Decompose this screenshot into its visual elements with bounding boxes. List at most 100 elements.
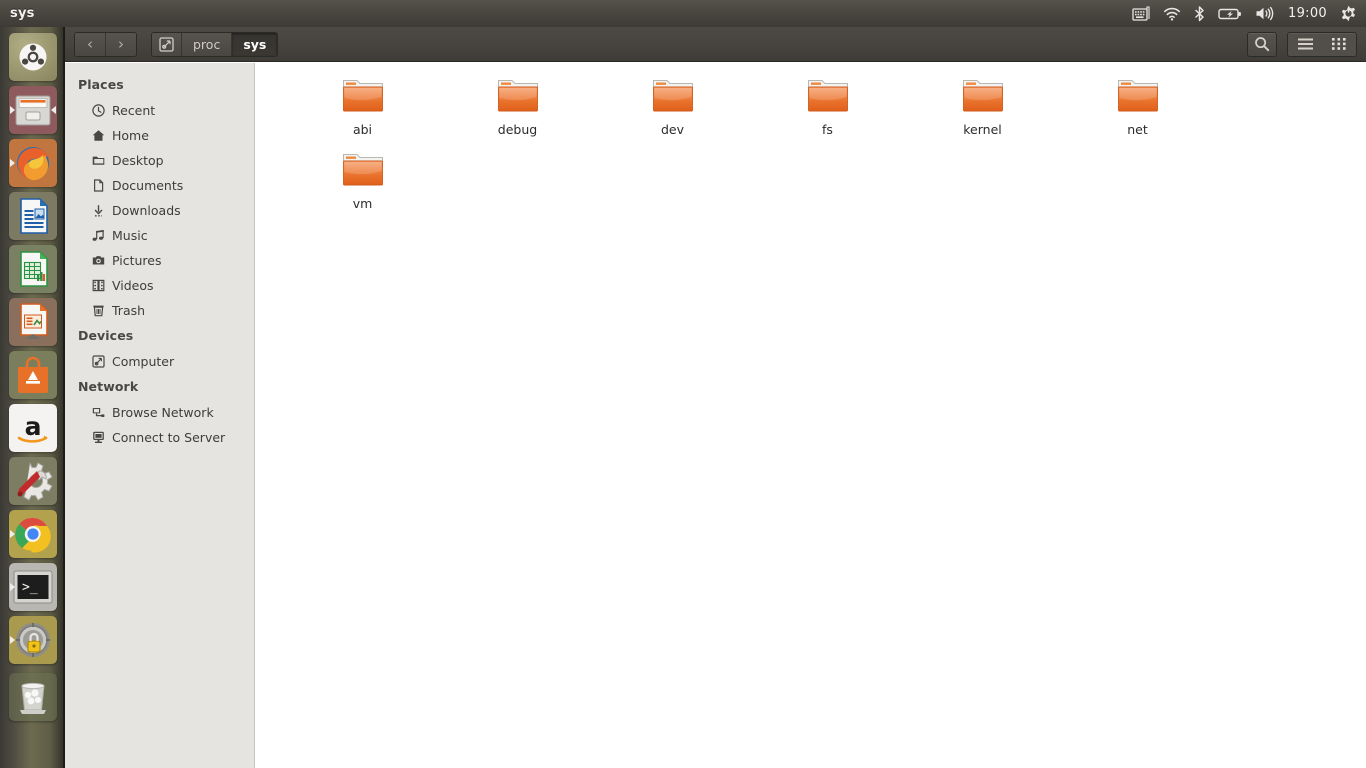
server-icon xyxy=(91,431,105,445)
system-tray: 19:00 xyxy=(1132,5,1366,22)
sidebar-item-connect-to-server[interactable]: Connect to Server xyxy=(65,425,254,450)
search-button[interactable] xyxy=(1247,31,1277,57)
sidebar-heading-network: Network xyxy=(78,379,139,394)
launcher-item-libreoffice-impress[interactable] xyxy=(8,298,57,346)
file-name: kernel xyxy=(963,122,1002,137)
svg-text:a: a xyxy=(24,412,41,441)
top-panel: sys 19:00 xyxy=(0,0,1366,27)
window-body: Places Recent Home Desktop Documents Dow… xyxy=(65,63,1366,768)
sidebar-item-computer[interactable]: Computer xyxy=(65,349,254,374)
view-mode-switcher xyxy=(1287,31,1357,57)
sidebar-item-pictures[interactable]: Pictures xyxy=(65,248,254,273)
folder-icon xyxy=(648,75,698,117)
file-name: dev xyxy=(660,122,685,137)
sidebar-item-label: Recent xyxy=(112,103,156,118)
icon-grid: abi debug dev fs kernel net vm xyxy=(255,63,1366,221)
breadcrumb-proc[interactable]: proc xyxy=(182,32,233,56)
camera-icon xyxy=(91,254,105,268)
home-icon xyxy=(91,129,105,143)
network-icon xyxy=(91,406,105,420)
launcher-item-google-chrome[interactable] xyxy=(8,510,57,558)
film-icon xyxy=(91,279,105,293)
launcher-item-libreoffice-writer[interactable] xyxy=(8,192,57,240)
forward-button[interactable]: › xyxy=(106,32,136,56)
launcher-item-ubuntu-software[interactable] xyxy=(8,351,57,399)
running-indicator xyxy=(9,636,15,644)
computer-icon xyxy=(91,355,105,369)
power-gear-icon[interactable] xyxy=(1340,5,1357,22)
folder-icon xyxy=(958,75,1008,117)
breadcrumb: proc sys xyxy=(151,31,279,57)
file-manager-window: ‹ › proc sys Places Recent Home Desktop … xyxy=(65,27,1366,768)
launcher-item-libreoffice-calc[interactable] xyxy=(8,245,57,293)
folder-icon xyxy=(803,75,853,117)
launcher-item-amazon[interactable]: a xyxy=(8,404,57,452)
back-button[interactable]: ‹ xyxy=(75,32,106,56)
launcher-item-firefox[interactable] xyxy=(8,139,57,187)
music-icon xyxy=(91,229,105,243)
launcher-item-terminal[interactable]: >_ xyxy=(8,563,57,611)
window-title: sys xyxy=(10,6,35,21)
sidebar-heading-devices: Devices xyxy=(78,328,134,343)
sidebar-item-label: Trash xyxy=(112,303,146,318)
sidebar-item-label: Pictures xyxy=(112,253,162,268)
sidebar-item-label: Desktop xyxy=(112,153,164,168)
keyboard-icon[interactable] xyxy=(1132,6,1150,21)
launcher-item-keyring-lock[interactable] xyxy=(8,616,57,664)
bluetooth-icon[interactable] xyxy=(1194,5,1205,22)
file-item[interactable]: fs xyxy=(750,73,905,147)
trash-icon xyxy=(91,304,105,318)
focused-indicator xyxy=(50,106,56,114)
list-view-button[interactable] xyxy=(1288,33,1322,56)
launcher-item-trash[interactable] xyxy=(8,673,57,721)
file-item[interactable]: kernel xyxy=(905,73,1060,147)
sidebar-item-browse-network[interactable]: Browse Network xyxy=(65,400,254,425)
file-item[interactable]: debug xyxy=(440,73,595,147)
sidebar: Places Recent Home Desktop Documents Dow… xyxy=(65,63,255,768)
file-name: fs xyxy=(822,122,833,137)
file-item[interactable]: dev xyxy=(595,73,750,147)
file-item[interactable]: abi xyxy=(285,73,440,147)
computer-icon[interactable] xyxy=(152,32,182,56)
sidebar-item-downloads[interactable]: Downloads xyxy=(65,198,254,223)
running-indicator xyxy=(9,530,15,538)
sidebar-item-label: Browse Network xyxy=(112,405,214,420)
file-name: abi xyxy=(352,122,373,137)
folder-icon xyxy=(91,154,105,168)
toolbar-right-controls xyxy=(1247,31,1357,57)
folder-icon xyxy=(338,149,388,191)
sidebar-item-label: Videos xyxy=(112,278,154,293)
clock[interactable]: 19:00 xyxy=(1288,6,1327,21)
launcher-item-files[interactable] xyxy=(8,86,57,134)
download-icon xyxy=(91,204,105,218)
breadcrumb-sys[interactable]: sys xyxy=(232,32,278,56)
sidebar-item-desktop[interactable]: Desktop xyxy=(65,148,254,173)
sidebar-item-label: Downloads xyxy=(112,203,181,218)
sidebar-item-home[interactable]: Home xyxy=(65,123,254,148)
grid-view-button[interactable] xyxy=(1322,33,1356,56)
sidebar-heading-places: Places xyxy=(78,77,124,92)
unity-launcher: a >_ xyxy=(0,27,65,768)
navigation-buttons: ‹ › xyxy=(74,31,137,57)
sidebar-item-documents[interactable]: Documents xyxy=(65,173,254,198)
file-list-view[interactable]: abi debug dev fs kernel net vm xyxy=(255,63,1366,768)
launcher-item-ubuntu-dash[interactable] xyxy=(8,33,57,81)
sidebar-item-label: Home xyxy=(112,128,149,143)
file-item[interactable]: net xyxy=(1060,73,1215,147)
sidebar-item-label: Connect to Server xyxy=(112,430,226,445)
file-item[interactable]: vm xyxy=(285,147,440,221)
sidebar-item-trash[interactable]: Trash xyxy=(65,298,254,323)
sidebar-item-music[interactable]: Music xyxy=(65,223,254,248)
volume-icon[interactable] xyxy=(1255,6,1275,21)
launcher-item-system-settings[interactable] xyxy=(8,457,57,505)
sidebar-item-recent[interactable]: Recent xyxy=(65,98,254,123)
folder-icon xyxy=(1113,75,1163,117)
wifi-icon[interactable] xyxy=(1163,7,1181,21)
running-indicator xyxy=(9,159,15,167)
svg-text:>_: >_ xyxy=(22,580,38,595)
sidebar-item-videos[interactable]: Videos xyxy=(65,273,254,298)
battery-icon[interactable] xyxy=(1218,7,1242,21)
clock-icon xyxy=(91,104,105,118)
sidebar-item-label: Computer xyxy=(112,354,175,369)
toolbar: ‹ › proc sys xyxy=(65,27,1366,62)
